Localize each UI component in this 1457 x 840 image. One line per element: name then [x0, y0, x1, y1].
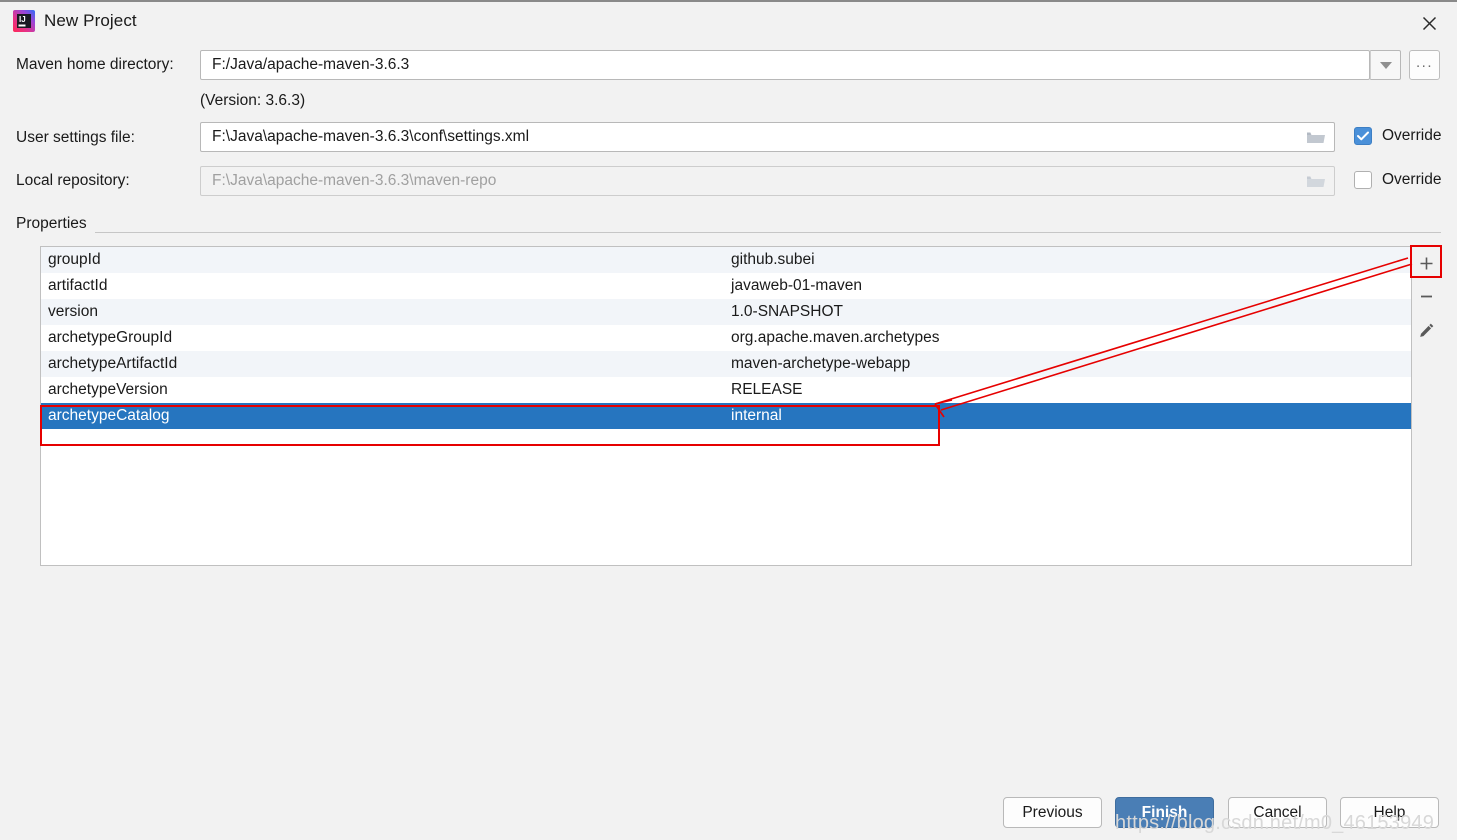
window-title: New Project	[44, 11, 137, 30]
property-value: javaweb-01-maven	[731, 277, 862, 294]
property-key: artifactId	[48, 277, 108, 294]
table-row[interactable]: archetypeGroupId org.apache.maven.archety…	[41, 325, 1411, 351]
user-settings-override-checkbox[interactable]: Override	[1354, 127, 1441, 145]
table-row[interactable]: archetypeArtifactId maven-archetype-webap…	[41, 351, 1411, 377]
finish-button[interactable]: Finish	[1115, 797, 1214, 828]
property-key: archetypeGroupId	[48, 329, 173, 346]
previous-button[interactable]: Previous	[1003, 797, 1102, 828]
local-repository-input: F:\Java\apache-maven-3.6.3\maven-repo	[200, 166, 1335, 196]
title-bar: IJ New Project	[0, 0, 1457, 40]
chevron-down-icon	[1379, 61, 1392, 69]
checkbox-box	[1354, 127, 1372, 145]
add-property-button[interactable]	[1412, 247, 1441, 280]
property-key: version	[48, 303, 98, 320]
table-row[interactable]: version 1.0-SNAPSHOT	[41, 299, 1411, 325]
property-key: archetypeArtifactId	[48, 355, 178, 372]
property-value: 1.0-SNAPSHOT	[731, 303, 843, 320]
remove-property-button[interactable]	[1412, 280, 1441, 313]
maven-home-browse-button[interactable]: ...	[1409, 50, 1440, 80]
maven-home-label: Maven home directory:	[16, 56, 174, 73]
properties-group-separator	[16, 232, 1441, 233]
property-key: archetypeCatalog	[48, 407, 170, 424]
property-key: groupId	[48, 251, 101, 268]
user-settings-override-label: Override	[1382, 127, 1442, 144]
new-project-dialog: IJ New Project Maven home directory: F:/…	[0, 0, 1457, 840]
table-row[interactable]: archetypeVersion RELEASE	[41, 377, 1411, 403]
cancel-button[interactable]: Cancel	[1228, 797, 1327, 828]
user-settings-label: User settings file:	[16, 129, 135, 146]
local-repository-override-label: Override	[1382, 171, 1442, 188]
local-repository-folder-icon	[1297, 167, 1335, 195]
properties-table[interactable]: groupId github.subei artifactId javaweb-01-…	[40, 246, 1412, 566]
intellij-idea-logo-icon: IJ	[13, 10, 35, 32]
property-key: archetypeVersion	[48, 381, 168, 398]
close-icon[interactable]	[1401, 4, 1457, 42]
maven-version-note: (Version: 3.6.3)	[200, 92, 306, 109]
properties-group-label: Properties	[16, 215, 95, 233]
table-row[interactable]: artifactId javaweb-01-maven	[41, 273, 1411, 299]
property-value: internal	[731, 407, 782, 424]
user-settings-folder-icon[interactable]	[1297, 123, 1335, 151]
edit-property-button[interactable]	[1412, 313, 1441, 346]
local-repository-label: Local repository:	[16, 172, 130, 189]
help-button[interactable]: Help	[1340, 797, 1439, 828]
checkbox-box	[1354, 171, 1372, 189]
table-row[interactable]: groupId github.subei	[41, 247, 1411, 273]
property-value: RELEASE	[731, 381, 803, 398]
property-value: github.subei	[731, 251, 815, 268]
user-settings-input[interactable]: F:\Java\apache-maven-3.6.3\conf\settings…	[200, 122, 1335, 152]
property-value: org.apache.maven.archetypes	[731, 329, 940, 346]
table-row[interactable]: archetypeCatalog internal	[41, 403, 1411, 429]
svg-text:IJ: IJ	[19, 15, 26, 24]
maven-home-dropdown-button[interactable]	[1370, 50, 1401, 80]
maven-home-input[interactable]: F:/Java/apache-maven-3.6.3	[200, 50, 1370, 80]
property-value: maven-archetype-webapp	[731, 355, 911, 372]
local-repository-override-checkbox[interactable]: Override	[1354, 171, 1441, 189]
properties-toolbar	[1412, 246, 1441, 566]
